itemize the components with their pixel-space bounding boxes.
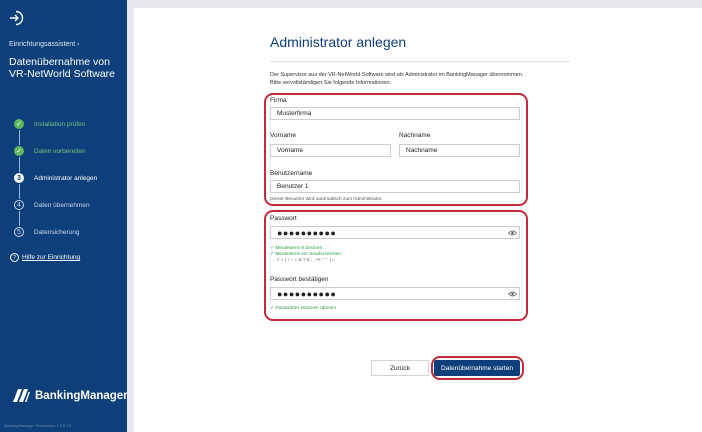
step-daten-vorbereiten: ✓ Daten vorbereiten [14, 145, 86, 157]
main-content: Administrator anlegen Der Supervisor aus… [134, 8, 702, 432]
step-number: 4 [14, 200, 24, 210]
step-connector [18, 130, 20, 145]
wizard-title: Datenübernahme von VR-NetWorld Software [9, 56, 116, 80]
step-administrator: 3 Administrator anlegen [14, 172, 97, 184]
sidebar: Einrichtungsassistent › Datenübernahme v… [0, 0, 128, 432]
step-label: Daten vorbereiten [34, 147, 86, 155]
step-datensicherung: 5 Datensicherung [14, 226, 80, 238]
step-connector [18, 211, 20, 226]
page-title: Administrator anlegen [270, 34, 407, 50]
highlight-box-personal [264, 93, 528, 206]
version-text: BankingManager Testversion 1.5.0.13 [4, 423, 72, 428]
intro-text: Der Supervisor aus der VR-NetWorld Softw… [270, 72, 524, 86]
back-button[interactable]: Zurück [371, 360, 429, 376]
checkmark-icon: ✓ [14, 146, 24, 156]
brand-slash-icon [13, 389, 30, 402]
step-label: Administrator anlegen [34, 174, 98, 182]
help-link-label[interactable]: Hilfe zur Einrichtung [22, 254, 80, 261]
step-label: Daten übernehmen [34, 201, 90, 209]
step-daten-uebernehmen: 4 Daten übernehmen [14, 199, 90, 211]
title-divider [270, 61, 570, 62]
step-connector [18, 157, 20, 172]
sign-in-icon [10, 10, 24, 26]
wizard-breadcrumb[interactable]: Einrichtungsassistent › [9, 41, 79, 48]
checkmark-icon: ✓ [14, 119, 24, 129]
step-number: 5 [14, 227, 24, 237]
highlight-box-password [264, 210, 528, 321]
step-label: Installation prüfen [34, 120, 86, 128]
help-link[interactable]: ? Hilfe zur Einrichtung [10, 253, 80, 262]
step-connector [18, 184, 20, 199]
highlight-box-start [431, 356, 524, 380]
brand-logo: BankingManager [13, 389, 128, 402]
step-label: Datensicherung [34, 228, 80, 236]
step-installation: ✓ Installation prüfen [14, 118, 85, 130]
help-icon: ? [10, 253, 19, 262]
step-number: 3 [14, 173, 24, 183]
brand-name: BankingManager [35, 389, 128, 402]
